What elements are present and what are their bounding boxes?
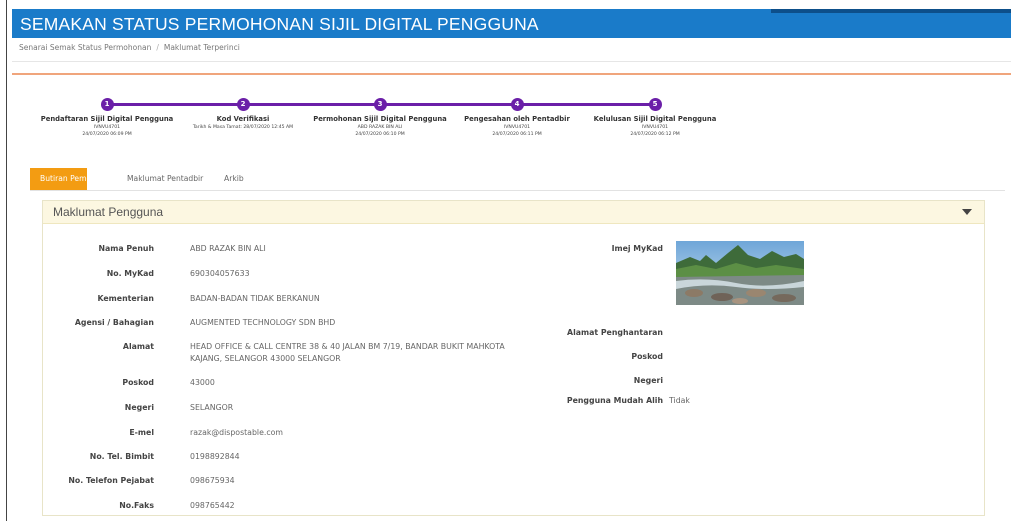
field-label-alamat-penghantaran: Alamat Penghantaran <box>567 328 663 337</box>
step-4-dot: 4 <box>510 98 524 111</box>
step-3-dot: 3 <box>373 98 387 111</box>
step-5-detail-2: 24/07/2020 06:12 PM <box>630 132 680 137</box>
field-label-agensi: Agensi / Bahagian <box>74 318 154 327</box>
header-accent-strip <box>771 9 1011 13</box>
tab-arkib[interactable]: Arkib <box>224 168 244 190</box>
field-label-kementerian: Kementerian <box>97 294 154 303</box>
field-label-alamat: Alamat <box>122 342 154 351</box>
step-5-detail-1: IVNVU4701 <box>641 125 669 130</box>
breadcrumb-item-list[interactable]: Senarai Semak Status Permohonan <box>19 43 151 52</box>
field-value-agensi: AUGMENTED TECHNOLOGY SDN BHD <box>190 318 336 327</box>
field-value-tel-bimbit: 0198892844 <box>190 452 240 461</box>
field-label-negeri: Negeri <box>124 403 154 412</box>
field-value-negeri: SELANGOR <box>190 403 234 412</box>
field-value-alamat-line-2: KAJANG, SELANGOR 43000 SELANGOR <box>190 354 341 363</box>
breadcrumb: Senarai Semak Status Permohonan / Maklumat… <box>19 43 240 52</box>
field-value-nama-penuh: ABD RAZAK BIN ALI <box>190 244 266 253</box>
step-1-detail-2: 24/07/2020 06:09 PM <box>82 132 132 137</box>
breadcrumb-item-current: Maklumat Terperinci <box>163 43 240 52</box>
progress-stepper: 1 Pendaftaran Sijil Digital Pengguna IVN… <box>0 90 1011 160</box>
step-2-dot: 2 <box>236 98 250 111</box>
step-1-dot: 1 <box>100 98 114 111</box>
tab-maklumat-pentadbir[interactable]: Maklumat Pentadbir <box>127 168 203 190</box>
field-value-mykad: 690304057633 <box>190 269 250 278</box>
field-label-faks: No.Faks <box>119 501 154 510</box>
step-5: 5 Kelulusan Sijil Digital Pengguna IVNVU… <box>570 90 740 137</box>
user-info-panel: Maklumat Pengguna Nama Penuh ABD RAZAK B… <box>42 200 985 516</box>
field-value-tel-pejabat: 098675934 <box>190 476 235 485</box>
breadcrumb-separator: / <box>156 43 159 52</box>
panel-header[interactable]: Maklumat Pengguna <box>43 201 984 224</box>
tabs-divider <box>30 190 1005 191</box>
field-value-emel: razak@dispostable.com <box>190 428 284 437</box>
field-value-faks: 098765442 <box>190 501 235 510</box>
page-title: SEMAKAN STATUS PERMOHONAN SIJIL DIGITAL … <box>20 14 539 34</box>
tab-butiran-pemohon[interactable]: Butiran Pemohon <box>30 168 105 190</box>
field-value-alamat-line-1: HEAD OFFICE & CALL CENTRE 38 & 40 JALAN … <box>190 342 505 351</box>
accent-divider <box>12 73 1011 75</box>
field-label-imej-mykad: Imej MyKad <box>611 244 663 253</box>
step-5-dot: 5 <box>648 98 662 111</box>
field-value-kementerian: BADAN-BADAN TIDAK BERKANUN <box>190 294 320 303</box>
page-header: SEMAKAN STATUS PERMOHONAN SIJIL DIGITAL … <box>12 9 1011 38</box>
mykad-image[interactable] <box>676 241 804 305</box>
field-label-poskod-penghantaran: Poskod <box>631 352 663 361</box>
field-label-negeri-penghantaran: Negeri <box>633 376 663 385</box>
panel-title: Maklumat Pengguna <box>53 205 164 219</box>
field-value-poskod: 43000 <box>190 378 215 387</box>
field-value-pengguna-mudah-alih: Tidak <box>669 396 690 405</box>
field-label-tel-pejabat: No. Telefon Pejabat <box>68 476 154 485</box>
field-label-emel: E-mel <box>129 428 154 437</box>
field-label-poskod: Poskod <box>122 378 154 387</box>
mykad-landscape-picture <box>676 241 804 305</box>
field-label-pengguna-mudah-alih: Pengguna Mudah Alih <box>566 396 663 405</box>
field-label-mykad: No. MyKad <box>106 269 154 278</box>
page-left-border <box>6 0 7 521</box>
breadcrumb-divider <box>12 61 1011 62</box>
step-5-label: Kelulusan Sijil Digital Pengguna <box>593 115 717 123</box>
field-label-tel-bimbit: No. Tel. Bimbit <box>89 452 154 461</box>
field-label-nama-penuh: Nama Penuh <box>98 244 154 253</box>
collapse-caret-icon[interactable] <box>962 209 972 215</box>
